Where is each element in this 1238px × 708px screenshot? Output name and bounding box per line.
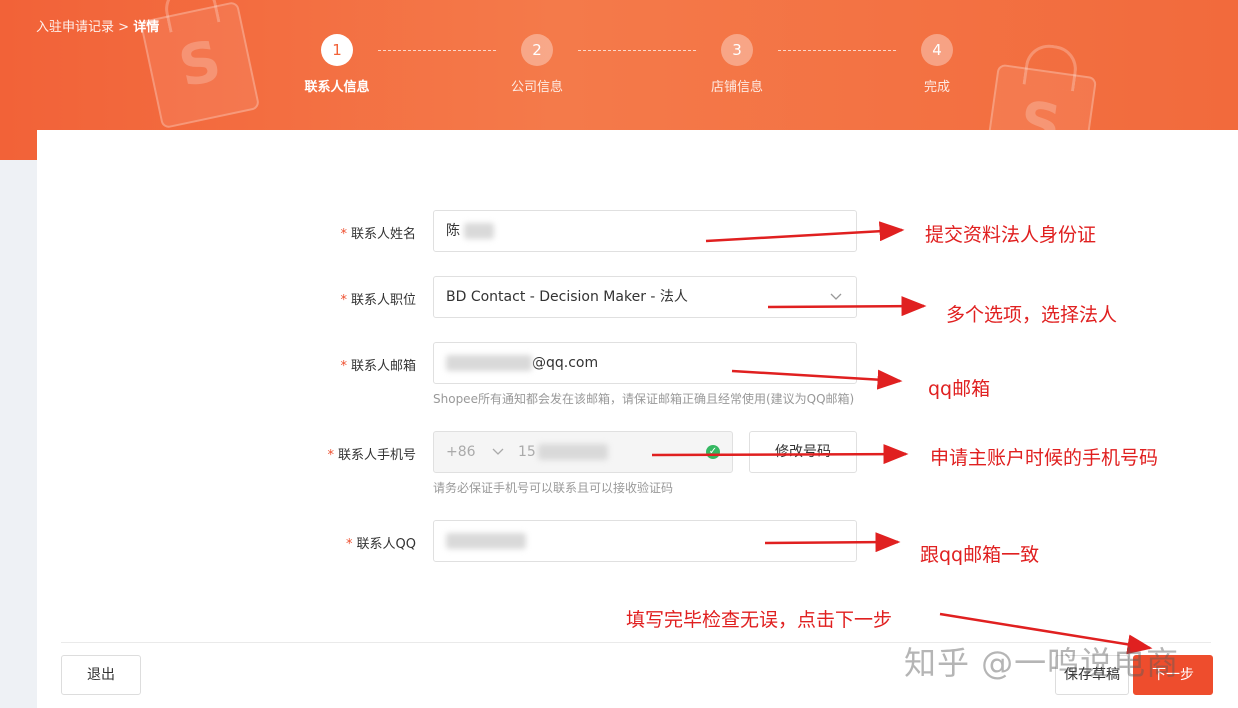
- step-label: 公司信息: [510, 80, 563, 95]
- annotation-qq: 跟qq邮箱一致: [920, 544, 1040, 566]
- step-number: 4: [921, 34, 953, 66]
- select-value: BD Contact - Decision Maker - 法人: [446, 289, 688, 305]
- required-mark: *: [346, 537, 353, 552]
- required-mark: *: [340, 293, 347, 308]
- phone-value: 15: [518, 432, 608, 472]
- required-mark: *: [327, 448, 334, 463]
- required-mark: *: [340, 359, 347, 374]
- step-number: 2: [521, 34, 553, 66]
- email-hint: Shopee所有通知都会发在该邮箱，请保证邮箱正确且经常使用(建议为QQ邮箱): [433, 392, 855, 406]
- annotation-email: qq邮箱: [928, 378, 991, 400]
- check-circle-icon: ✓: [706, 445, 720, 459]
- field-label: * 联系人QQ: [346, 537, 416, 552]
- redacted-text: [446, 355, 532, 371]
- annotation-position: 多个选项，选择法人: [946, 304, 1118, 326]
- exit-button[interactable]: 退出: [61, 655, 141, 695]
- input-value: @qq.com: [532, 355, 599, 371]
- annotation-name: 提交资料法人身份证: [925, 224, 1097, 246]
- watermark: 知乎 @一鸣说电商: [904, 644, 1180, 682]
- step-shop-info: 3 店铺信息: [677, 34, 797, 95]
- step-number: 3: [721, 34, 753, 66]
- phone-hint: 请务必保证手机号可以联系且可以接收验证码: [433, 481, 674, 495]
- field-label: * 联系人姓名: [340, 227, 416, 242]
- chevron-down-icon: [830, 277, 842, 333]
- field-label: * 联系人职位: [340, 293, 416, 308]
- field-label: * 联系人邮箱: [340, 359, 416, 374]
- breadcrumb-separator: >: [118, 20, 130, 35]
- step-label: 联系人信息: [304, 80, 370, 95]
- contact-email-input[interactable]: @qq.com: [433, 342, 857, 384]
- step-contact-info: 1 联系人信息: [277, 34, 397, 95]
- modify-phone-button[interactable]: 修改号码: [749, 431, 857, 473]
- step-company-info: 2 公司信息: [477, 34, 597, 95]
- contact-name-input[interactable]: 陈: [433, 210, 857, 252]
- progress-steps: 1 联系人信息 2 公司信息 3 店铺信息 4 完成: [0, 34, 1238, 104]
- annotation-next: 填写完毕检查无误，点击下一步: [626, 609, 893, 631]
- contact-phone-input[interactable]: +86 15 ✓: [433, 431, 733, 473]
- breadcrumb: 入驻申请记录 > 详情: [36, 16, 159, 35]
- input-value: 陈: [446, 223, 460, 239]
- contact-position-select[interactable]: BD Contact - Decision Maker - 法人: [433, 276, 857, 318]
- contact-qq-input[interactable]: [433, 520, 857, 562]
- field-label: * 联系人手机号: [327, 448, 416, 463]
- breadcrumb-current: 详情: [133, 20, 160, 35]
- annotation-phone: 申请主账户时候的手机号码: [930, 447, 1159, 469]
- breadcrumb-parent-link[interactable]: 入驻申请记录: [36, 20, 114, 35]
- required-mark: *: [340, 227, 347, 242]
- step-label: 店铺信息: [710, 80, 763, 95]
- redacted-text: [446, 533, 526, 549]
- step-label: 完成: [923, 80, 950, 95]
- step-number: 1: [321, 34, 353, 66]
- country-code[interactable]: +86: [446, 432, 476, 472]
- step-complete: 4 完成: [877, 34, 997, 95]
- redacted-text: [464, 223, 495, 239]
- redacted-text: [537, 444, 608, 460]
